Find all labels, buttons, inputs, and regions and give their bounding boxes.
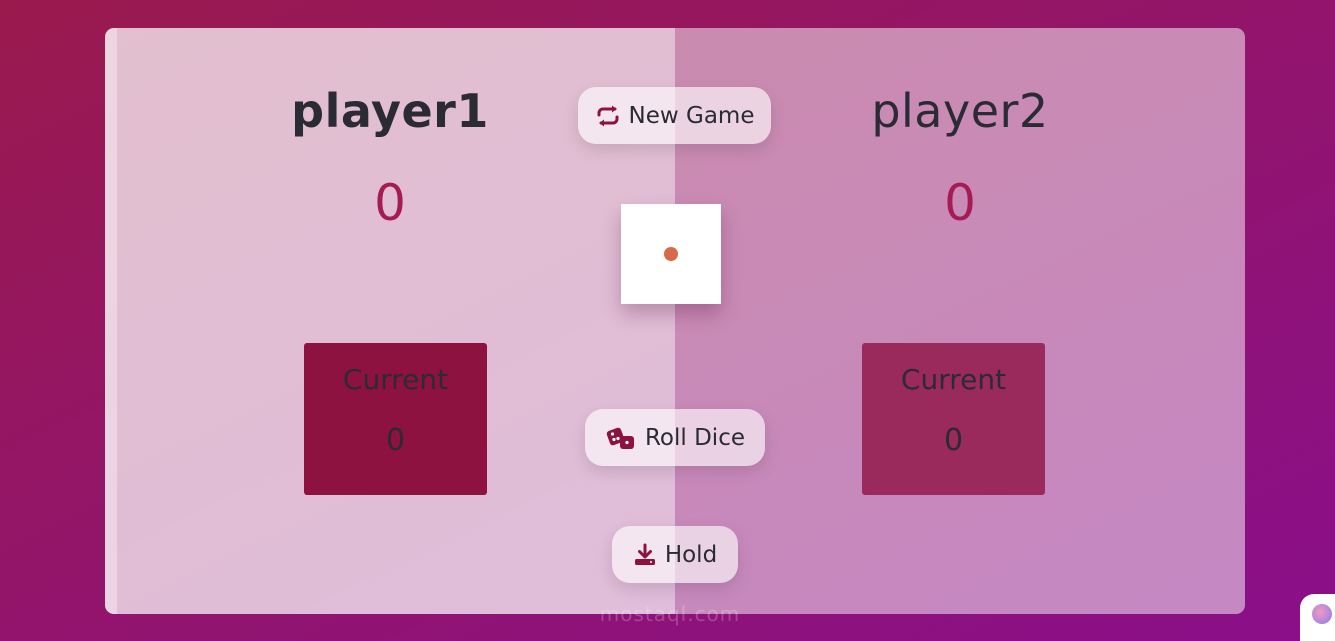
player-1-current-box: Current 0 (304, 343, 487, 495)
new-game-button[interactable]: New Game (578, 87, 771, 144)
player-2-score: 0 (944, 174, 976, 232)
roll-dice-label: Roll Dice (644, 424, 745, 451)
dice-pip (664, 247, 678, 261)
corner-badge[interactable] (1300, 594, 1335, 641)
hold-label: Hold (664, 541, 718, 568)
player-2-current-label: Current (900, 363, 1007, 396)
watermark: mostaql.com (599, 602, 741, 626)
repeat-icon (595, 104, 621, 128)
player-2-current-score: 0 (943, 423, 964, 458)
player-1-current-score: 0 (385, 423, 406, 458)
player-2-current-box: Current 0 (862, 343, 1045, 495)
hold-button[interactable]: Hold (612, 526, 738, 583)
brain-icon (1312, 604, 1332, 624)
dice (621, 204, 721, 304)
download-icon (633, 543, 657, 567)
new-game-label: New Game (628, 102, 755, 129)
roll-dice-button[interactable]: Roll Dice (585, 409, 765, 466)
dice-icon (605, 425, 637, 451)
player-1-score: 0 (374, 174, 406, 232)
player-1-current-label: Current (342, 363, 449, 396)
